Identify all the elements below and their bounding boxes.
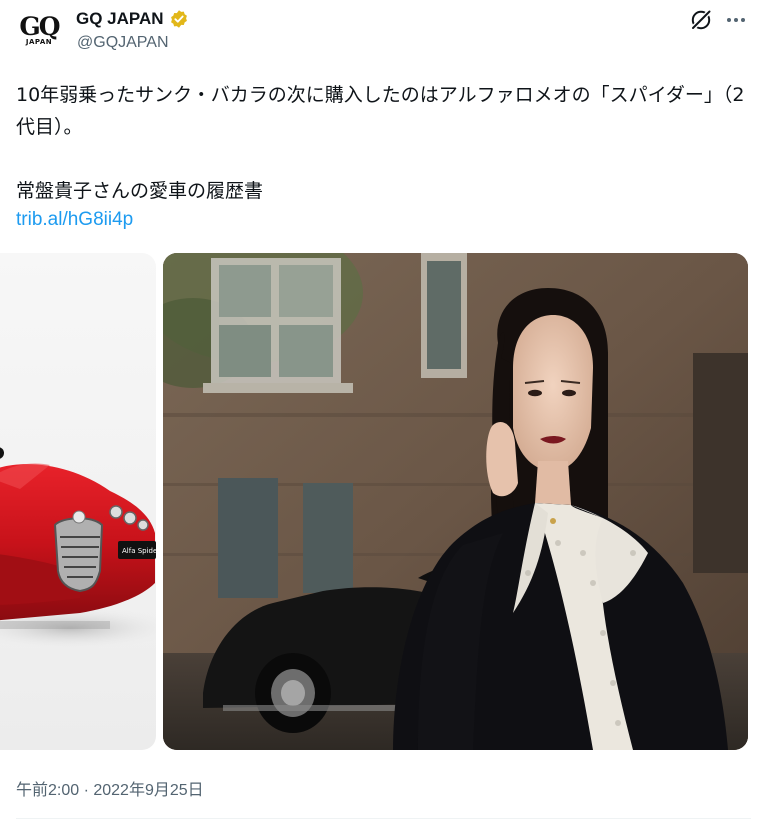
tweet-timestamp[interactable]: 午前2:00 · 2022年9月25日: [16, 776, 204, 800]
name-row: GQ JAPAN: [76, 8, 189, 30]
grok-button[interactable]: [688, 7, 714, 33]
portrait-image: [163, 253, 748, 750]
divider: [16, 818, 751, 819]
grok-icon: [690, 9, 712, 31]
portrait-photo[interactable]: [163, 253, 748, 750]
more-options-icon[interactable]: [722, 7, 750, 33]
tweet-media: Alfa Spider: [0, 253, 748, 750]
handle[interactable]: @GQJAPAN: [77, 34, 169, 52]
avatar-logo: GQ: [19, 11, 60, 41]
avatar-sub: JAPAN: [25, 37, 53, 46]
car-photo[interactable]: Alfa Spider: [0, 253, 156, 750]
tweet-text: 10年弱乗ったサンク・バカラの次に購入したのはアルファロメオの「スパイダー」（2…: [16, 84, 745, 202]
tweet-header: GQ JAPAN GQ JAPAN @GQJAPAN: [0, 0, 768, 68]
tweet-link[interactable]: trib.al/hG8ii4p: [16, 205, 133, 235]
avatar[interactable]: GQ JAPAN: [14, 6, 64, 56]
license-plate-text: Alfa Spider: [122, 547, 156, 555]
display-name[interactable]: GQ JAPAN: [76, 9, 164, 29]
red-car-image: Alfa Spider: [0, 447, 156, 650]
verified-badge-icon: [170, 10, 187, 28]
